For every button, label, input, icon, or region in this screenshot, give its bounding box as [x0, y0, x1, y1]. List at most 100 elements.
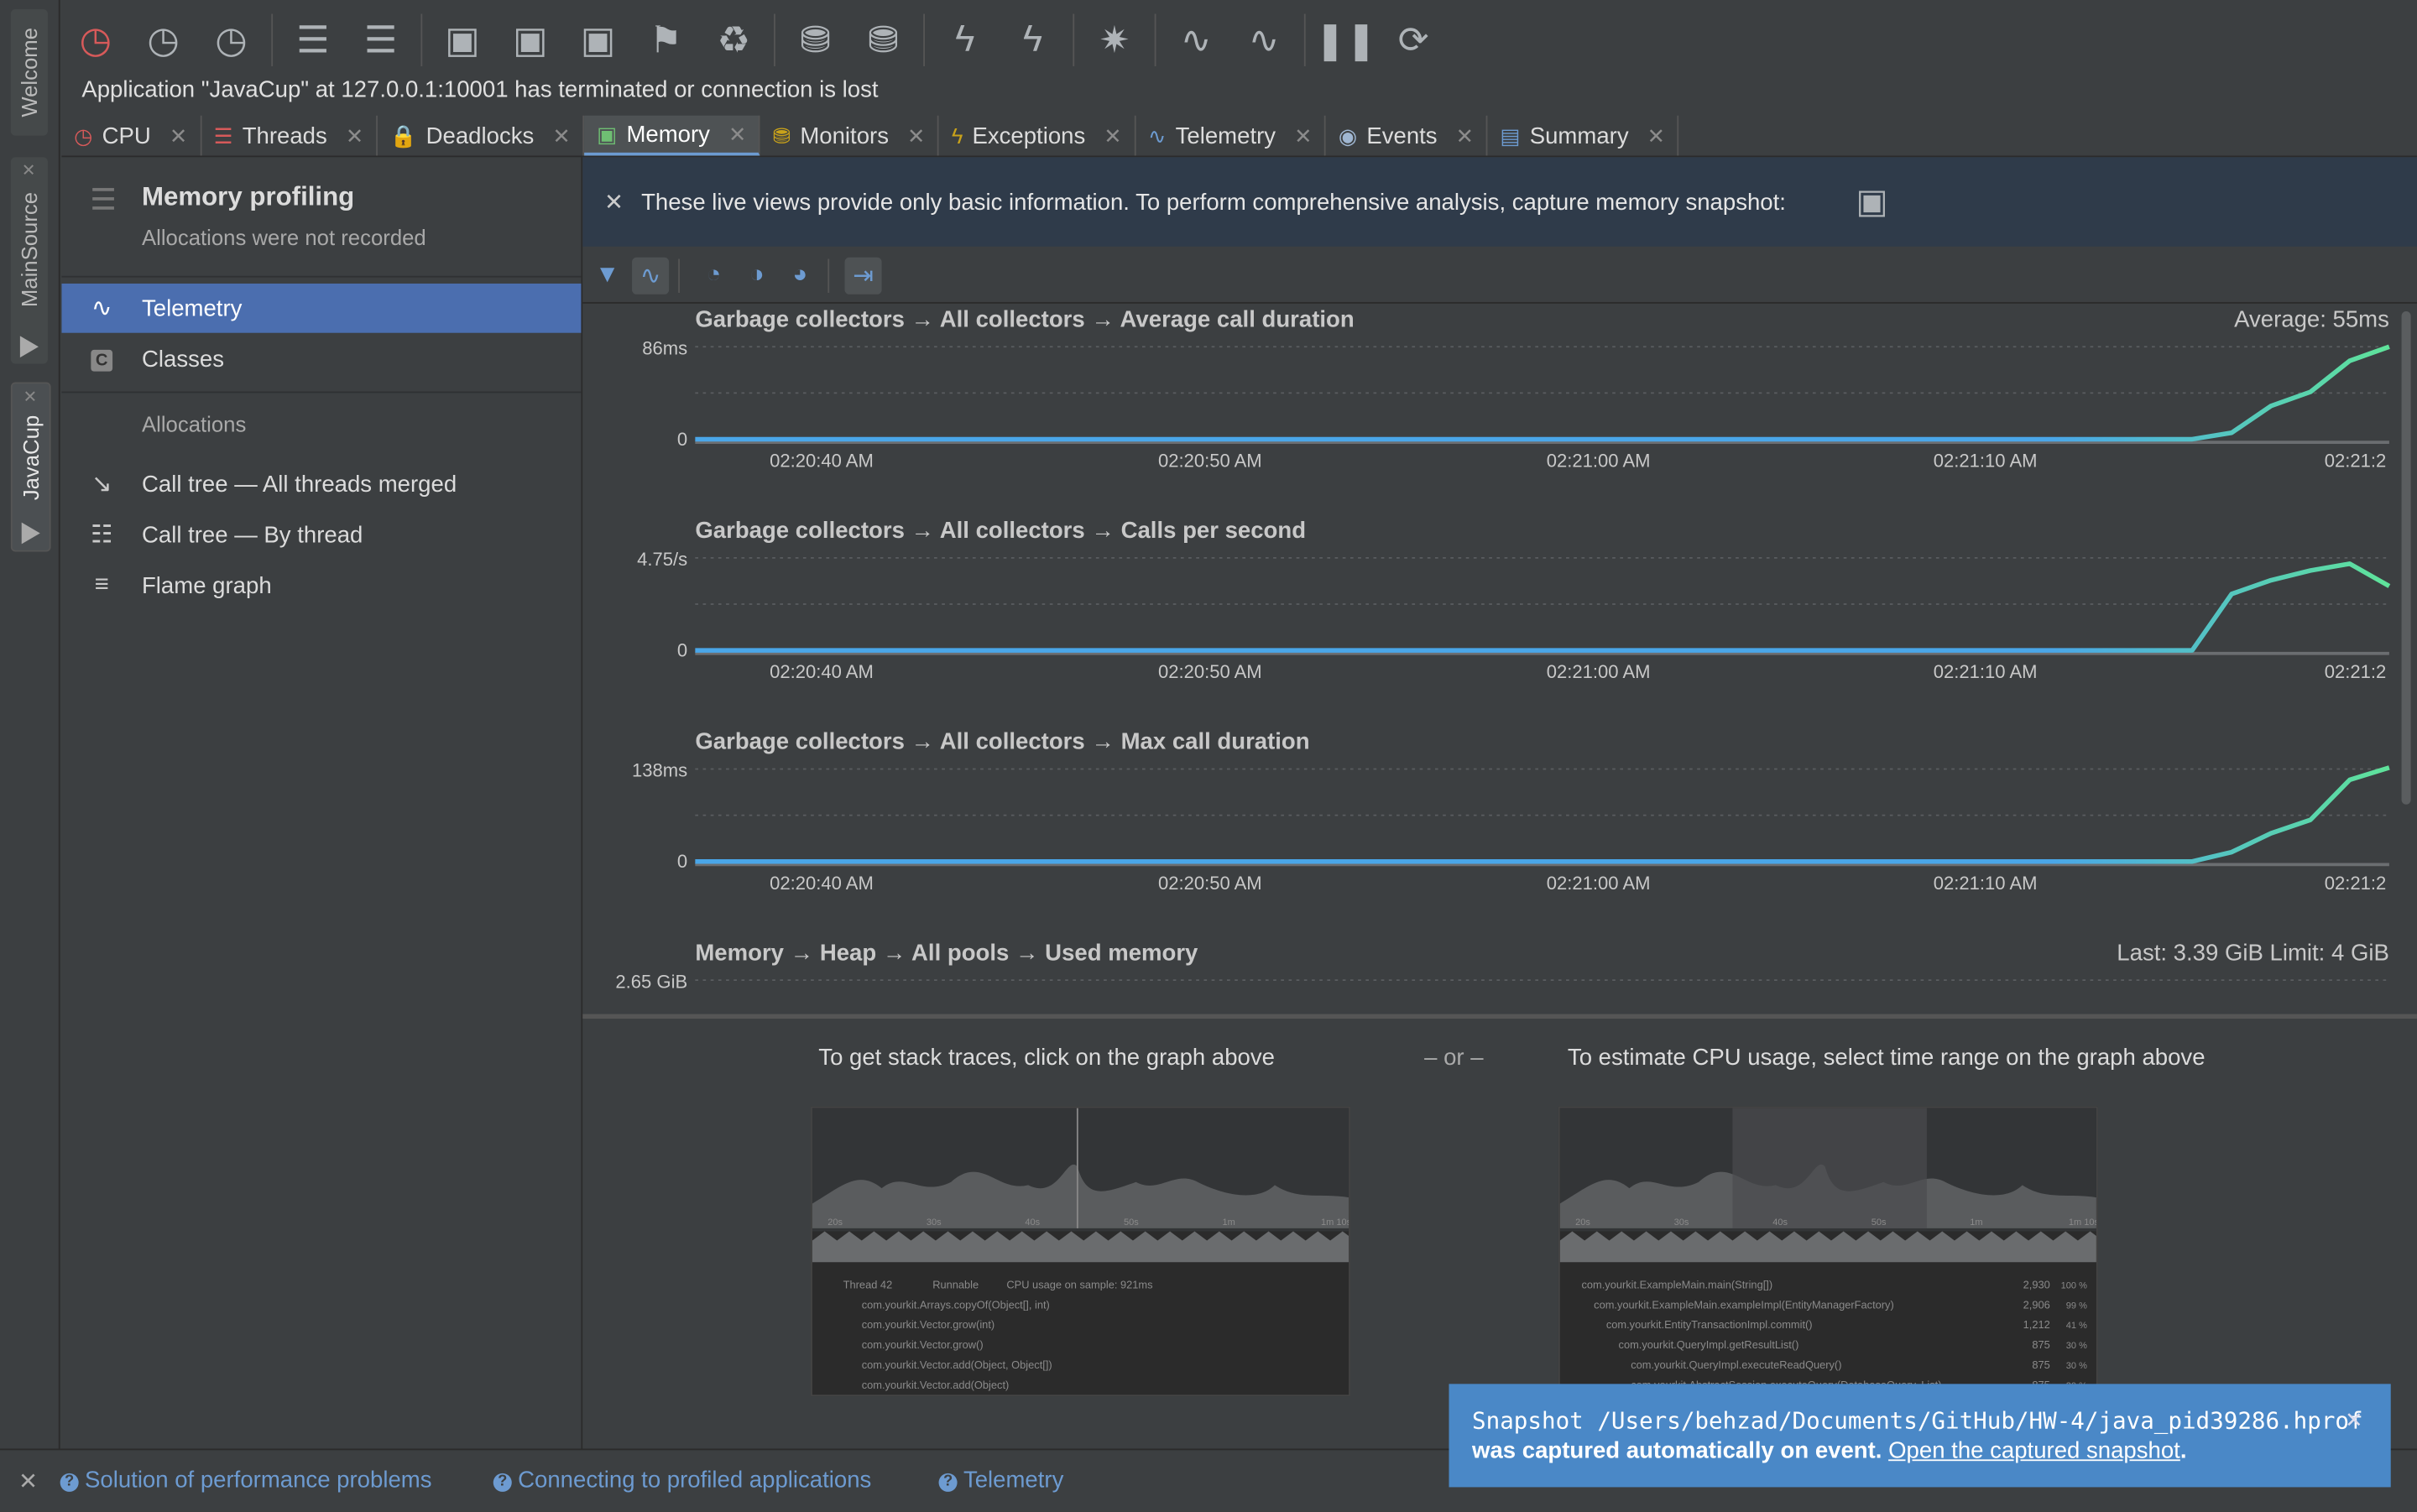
pulse-toggle-icon[interactable]: ∿ [632, 257, 670, 295]
close-tab-icon[interactable]: ✕ [170, 123, 188, 149]
charts-scrollbar[interactable] [2401, 311, 2411, 805]
notification-message: was captured automatically on event. Ope… [1472, 1438, 2186, 1464]
preview-stack-row: com.yourkit.Vector.add(Object, Object[]) [862, 1358, 1052, 1371]
menu-icon[interactable] [92, 188, 114, 210]
stop-telemetry-icon[interactable]: ∿ [1230, 6, 1298, 74]
tab-exceptions[interactable]: ϟ Exceptions ✕ [939, 115, 1136, 156]
tab-events[interactable]: ◉ Events ✕ [1326, 115, 1488, 156]
preview-tree-pct: 30 % [2066, 1361, 2087, 1371]
info-banner: ✕ These live views provide only basic in… [582, 157, 2417, 247]
close-notification-icon[interactable]: ✕ [2345, 1407, 2363, 1433]
close-tab-icon[interactable]: ✕ [907, 123, 926, 149]
toolbar-separator [774, 13, 775, 66]
tab-label: CPU [102, 123, 151, 149]
cpu-usage-preview-svg: 20s 30s 40s 50s 1m 1m 10s com.yourkit.ExampleM… [1559, 1108, 2099, 1391]
notification-end: . [2179, 1437, 2187, 1464]
close-icon[interactable]: ✕ [23, 387, 38, 407]
close-tab-icon[interactable]: ✕ [1104, 123, 1122, 149]
zoom-large-icon[interactable]: ◕ [781, 258, 818, 295]
sidebar-item-classes[interactable]: C Classes [61, 335, 581, 384]
stop-monitor-profiling-icon[interactable]: ⛃ [849, 6, 917, 74]
telemetry-pulse-icon[interactable]: ∿ [1162, 6, 1230, 74]
tab-threads[interactable]: ☰ Threads ✕ [201, 115, 378, 156]
flame-graph-icon: ≡ [94, 571, 109, 598]
preview-tick: 40s [1772, 1217, 1788, 1228]
mainsource-side-tab[interactable]: ✕ MainSource [10, 157, 48, 364]
series-line [695, 561, 2391, 653]
tab-monitors[interactable]: ⛃ Monitors ✕ [760, 115, 940, 156]
capture-memory-snapshot-icon[interactable]: ▣ [429, 6, 497, 74]
preview-tree-value: 875 [2032, 1358, 2049, 1371]
sidebar-item-telemetry[interactable]: ∿ Telemetry [61, 283, 582, 333]
x-tick-label: 02:21:10 AM [1934, 451, 2038, 472]
tab-summary[interactable]: ▤ Summary ✕ [1488, 115, 1679, 156]
javacup-side-tab[interactable]: ✕ JavaCup [10, 382, 51, 552]
close-tab-icon[interactable]: ✕ [1456, 123, 1475, 149]
close-banner-icon[interactable]: ✕ [604, 188, 624, 216]
chart-toolbar: ▼ ∿ ◔ ◑ ◕ ⇥ [582, 250, 2417, 304]
close-tab-icon[interactable]: ✕ [552, 123, 571, 149]
clipboard-icon: ▤ [1500, 123, 1521, 148]
tab-telemetry[interactable]: ∿ Telemetry ✕ [1135, 115, 1327, 156]
stop-cpu-profiling-icon[interactable]: ◷ [197, 6, 265, 74]
filter-icon[interactable]: ▼ [589, 258, 626, 295]
traffic-light-icon: ⛃ [772, 123, 791, 148]
start-allocation-recording-icon[interactable]: ▣ [496, 6, 564, 74]
pause-icon[interactable]: ❚❚ [1312, 6, 1380, 74]
panel-subtitle: Allocations were not recorded [141, 225, 426, 250]
sidebar-item-call-tree-thread[interactable]: ☷ Call tree — By thread [61, 510, 581, 560]
tab-deadlocks[interactable]: 🔒 Deadlocks ✕ [378, 115, 585, 156]
tab-cpu[interactable]: ◷ CPU ✕ [61, 115, 201, 156]
splitter[interactable] [582, 1014, 2417, 1019]
telemetry-charts[interactable]: Garbage collectors → All collectors → Av… [582, 304, 2417, 1017]
exception-profiling-icon[interactable]: ϟ [931, 6, 999, 74]
close-tab-icon[interactable]: ✕ [728, 121, 747, 147]
app-window: Welcome ✕ MainSource ✕ JavaCup ◷ ◷ ◷ ☰ ☰… [0, 0, 2417, 1512]
close-icon[interactable]: ✕ [22, 160, 36, 180]
tab-memory[interactable]: ▣ Memory ✕ [584, 115, 761, 156]
open-snapshot-link[interactable]: Open the captured snapshot [1888, 1438, 2180, 1464]
allocations-section-label: Allocations [141, 411, 247, 436]
preview-stack-row: com.yourkit.Vector.grow() [862, 1338, 984, 1351]
preview-tick: 50s [1871, 1217, 1887, 1228]
help-link-telemetry[interactable]: ? Telemetry [938, 1468, 1063, 1494]
play-icon[interactable] [21, 522, 40, 545]
help-link-connecting[interactable]: ? Connecting to profiled applications [493, 1467, 872, 1494]
toolbar-separator [827, 258, 830, 293]
toolbar-separator [420, 13, 423, 66]
lightning-icon: ϟ [951, 123, 963, 149]
preview-tree-row: com.yourkit.ExampleMain.main(String[]) [1581, 1278, 1772, 1290]
flag-icon[interactable]: ⚑ [632, 6, 700, 74]
connection-status-text: Application "JavaCup" at 127.0.0.1:10001… [81, 76, 879, 104]
preview-tree-value: 2,906 [2023, 1298, 2050, 1311]
sidebar-item-flame-graph[interactable]: ≡ Flame graph [61, 561, 581, 611]
charts-svg[interactable]: Garbage collectors → All collectors → Av… [582, 304, 2417, 1017]
play-icon[interactable] [19, 336, 39, 358]
close-tab-icon[interactable]: ✕ [1294, 123, 1313, 149]
preview-tree-row: com.yourkit.QueryImpl.executeReadQuery() [1631, 1358, 1841, 1371]
welcome-side-tab[interactable]: Welcome [10, 9, 48, 136]
start-cpu-profiling-icon[interactable]: ◷ [61, 6, 129, 74]
zoom-medium-icon[interactable]: ◑ [739, 258, 775, 295]
help-link-label: Connecting to profiled applications [518, 1467, 872, 1494]
magic-wand-icon[interactable]: ✷ [1081, 6, 1149, 74]
cpu-sampling-icon[interactable]: ◷ [129, 6, 197, 74]
zoom-small-icon[interactable]: ◔ [695, 258, 732, 295]
chart-3: Garbage collectors → All collectors → Ma… [632, 728, 2390, 894]
preview-tree-value: 875 [2032, 1338, 2049, 1351]
force-gc-icon[interactable]: ♻ [700, 6, 768, 74]
clear-threads-icon[interactable]: ☰ [347, 6, 415, 74]
close-tab-icon[interactable]: ✕ [1647, 123, 1666, 149]
scroll-to-end-icon[interactable]: ⇥ [844, 257, 882, 295]
stop-exception-profiling-icon[interactable]: ϟ [999, 6, 1067, 74]
sidebar-item-call-tree-merged[interactable]: ↘ Call tree — All threads merged [61, 459, 581, 508]
monitor-profiling-icon[interactable]: ⛃ [781, 6, 849, 74]
help-link-performance[interactable]: ? Solution of performance problems [60, 1468, 432, 1494]
close-icon[interactable]: ✕ [18, 1468, 38, 1494]
thread-dump-icon[interactable]: ☰ [279, 6, 347, 74]
close-tab-icon[interactable]: ✕ [346, 123, 364, 149]
preview-tree-row: com.yourkit.ExampleMain.exampleImpl(Enti… [1594, 1298, 1894, 1311]
capture-snapshot-icon[interactable]: ▣ [1856, 182, 1887, 222]
refresh-icon[interactable]: ⟳ [1380, 6, 1448, 74]
stop-allocation-recording-icon[interactable]: ▣ [564, 6, 632, 74]
